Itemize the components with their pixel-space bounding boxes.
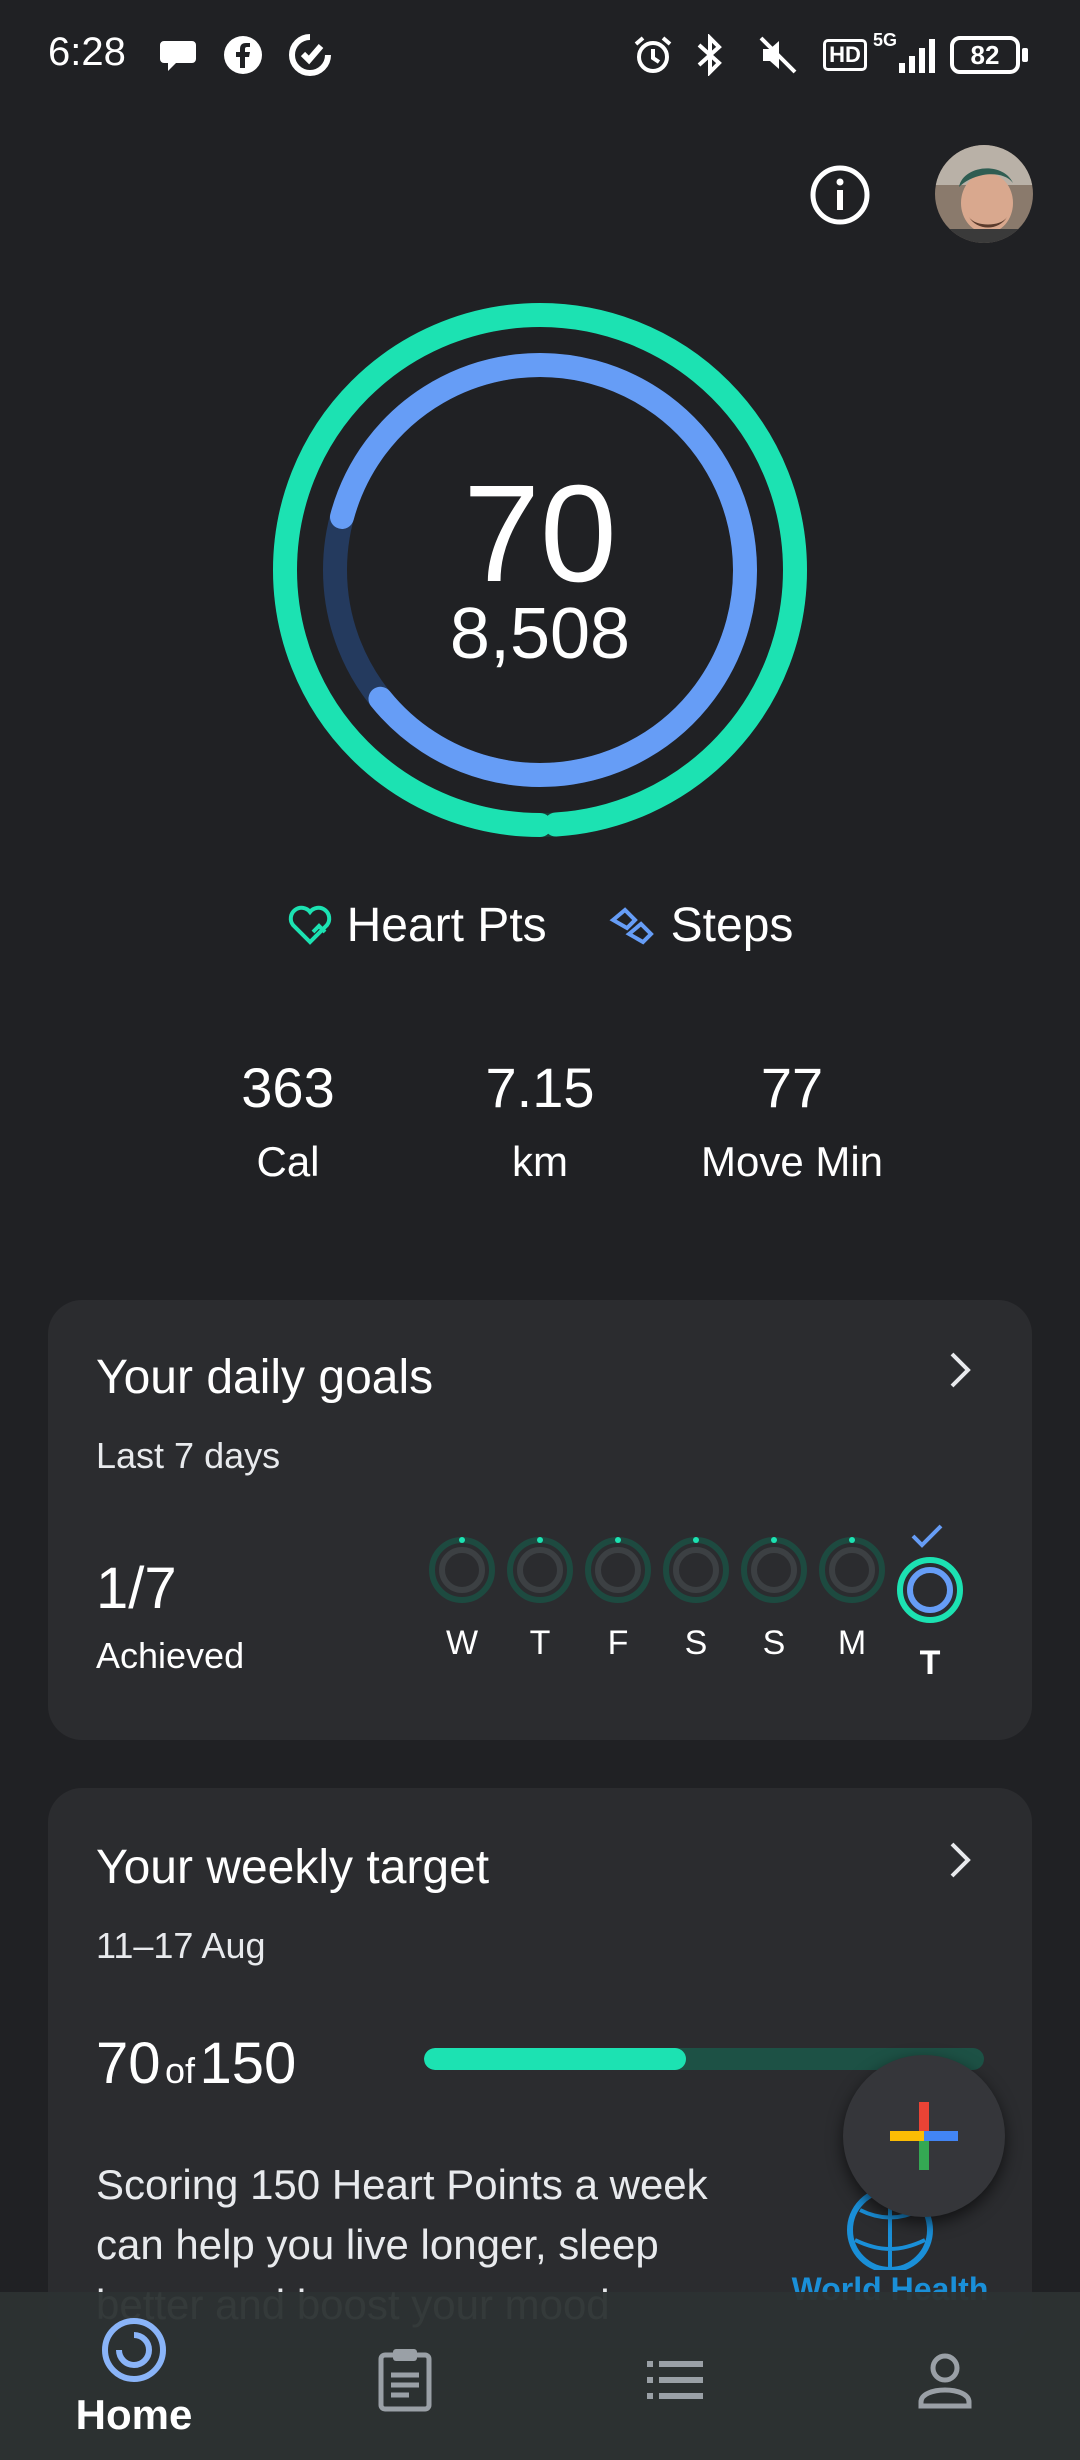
profile-icon xyxy=(918,2353,972,2409)
day-ring-icon xyxy=(663,1537,729,1603)
weekly-target-chevron-icon[interactable] xyxy=(940,1840,980,1880)
status-bar: 6:28 HD 5G 82 xyxy=(0,0,1080,110)
heart-icon xyxy=(288,905,331,945)
legend-steps-label: Steps xyxy=(670,898,794,952)
legend-heart-points: Heart Pts xyxy=(287,898,547,953)
stat-calories-label: Cal xyxy=(256,1138,320,1185)
facebook-icon xyxy=(220,28,266,82)
chat-bubble-icon xyxy=(155,28,201,82)
day-label: W xyxy=(445,1624,479,1662)
day-ring-icon xyxy=(819,1537,885,1603)
nav-browse[interactable] xyxy=(605,2315,745,2445)
day-ring-f[interactable]: F xyxy=(583,1535,653,1663)
avatar-image xyxy=(935,145,1033,243)
day-ring-t-today[interactable]: T xyxy=(895,1555,965,1683)
ring-legend: Heart Pts Steps xyxy=(0,895,1080,955)
day-label: T xyxy=(919,1644,941,1682)
day-ring-achieved-icon xyxy=(897,1557,963,1623)
home-ring-icon xyxy=(102,2318,166,2382)
day-ring-t[interactable]: T xyxy=(505,1535,575,1663)
network-label: 5G xyxy=(873,30,898,50)
battery-level: 82 xyxy=(970,39,1000,70)
day-ring-w[interactable]: W xyxy=(427,1535,497,1663)
sync-icon xyxy=(285,28,335,82)
status-time: 6:28 xyxy=(48,30,126,74)
battery-tip xyxy=(1022,48,1028,62)
steps-value: 8,508 xyxy=(449,594,631,674)
daily-goals-title: Your daily goals xyxy=(96,1351,434,1404)
stat-distance-value: 7.15 xyxy=(485,1056,595,1119)
legend-steps: Steps xyxy=(607,898,794,953)
weekly-target-progress-fill xyxy=(424,2048,686,2070)
weekly-target-score: 70 of 150 xyxy=(96,2030,296,2097)
daily-goals-subtitle: Last 7 days xyxy=(96,1435,281,1476)
weekly-target-goal: 150 xyxy=(199,2031,297,2096)
day-ring-m[interactable]: M xyxy=(817,1535,887,1663)
add-icon xyxy=(890,2102,958,2170)
day-ring-icon xyxy=(585,1537,651,1603)
journal-icon xyxy=(378,2349,432,2412)
info-icon xyxy=(810,165,870,225)
nav-home[interactable]: Home xyxy=(64,2315,204,2445)
checkmark-icon xyxy=(910,1523,944,1554)
profile-avatar[interactable] xyxy=(935,145,1033,243)
stat-move-min-label: Move Min xyxy=(700,1138,884,1185)
weekly-target-current: 70 xyxy=(96,2031,161,2096)
nav-profile[interactable] xyxy=(875,2315,1015,2445)
legend-heart-label: Heart Pts xyxy=(346,898,547,952)
stat-calories-value: 363 xyxy=(241,1056,335,1119)
day-label: S xyxy=(762,1624,786,1662)
alarm-icon xyxy=(630,28,676,82)
steps-icon xyxy=(609,907,654,945)
nav-journal[interactable] xyxy=(335,2315,475,2445)
info-button[interactable] xyxy=(805,160,875,230)
hd-label: HD xyxy=(823,39,867,71)
weekly-target-date-range: 11–17 Aug xyxy=(96,1925,266,1966)
heart-points-value: 70 xyxy=(463,457,617,611)
stat-move-min: 77 Move Min xyxy=(662,1055,922,1186)
day-ring-s[interactable]: S xyxy=(661,1535,731,1663)
daily-goals-achieved-value: 1/7 xyxy=(96,1556,177,1621)
bluetooth-icon xyxy=(690,28,730,82)
stat-calories: 363 Cal xyxy=(158,1055,418,1186)
day-label: F xyxy=(607,1624,629,1662)
day-label: M xyxy=(837,1624,867,1662)
day-ring-icon xyxy=(741,1537,807,1603)
daily-goals-achieved-label: Achieved xyxy=(96,1635,245,1676)
add-activity-fab[interactable] xyxy=(843,2055,1005,2217)
stat-distance-label: km xyxy=(512,1138,568,1185)
mute-icon xyxy=(755,28,801,82)
stat-distance: 7.15 km xyxy=(410,1055,670,1186)
day-ring-icon xyxy=(507,1537,573,1603)
day-label: S xyxy=(684,1624,708,1662)
day-rings-row: W T F S S M T xyxy=(427,1524,977,1695)
day-label: T xyxy=(529,1624,551,1662)
battery-icon: 82 xyxy=(950,36,1020,74)
day-ring-s2[interactable]: S xyxy=(739,1535,809,1663)
nav-home-label: Home xyxy=(75,2391,193,2438)
browse-list-icon xyxy=(647,2361,703,2399)
hd-icon: HD xyxy=(823,28,867,82)
weekly-target-title: Your weekly target xyxy=(96,1841,490,1894)
day-ring-icon xyxy=(429,1537,495,1603)
stat-move-min-value: 77 xyxy=(760,1056,824,1119)
weekly-target-of: of xyxy=(164,2050,195,2091)
daily-goals-chevron-icon[interactable] xyxy=(940,1350,980,1390)
signal-icon xyxy=(895,28,940,82)
